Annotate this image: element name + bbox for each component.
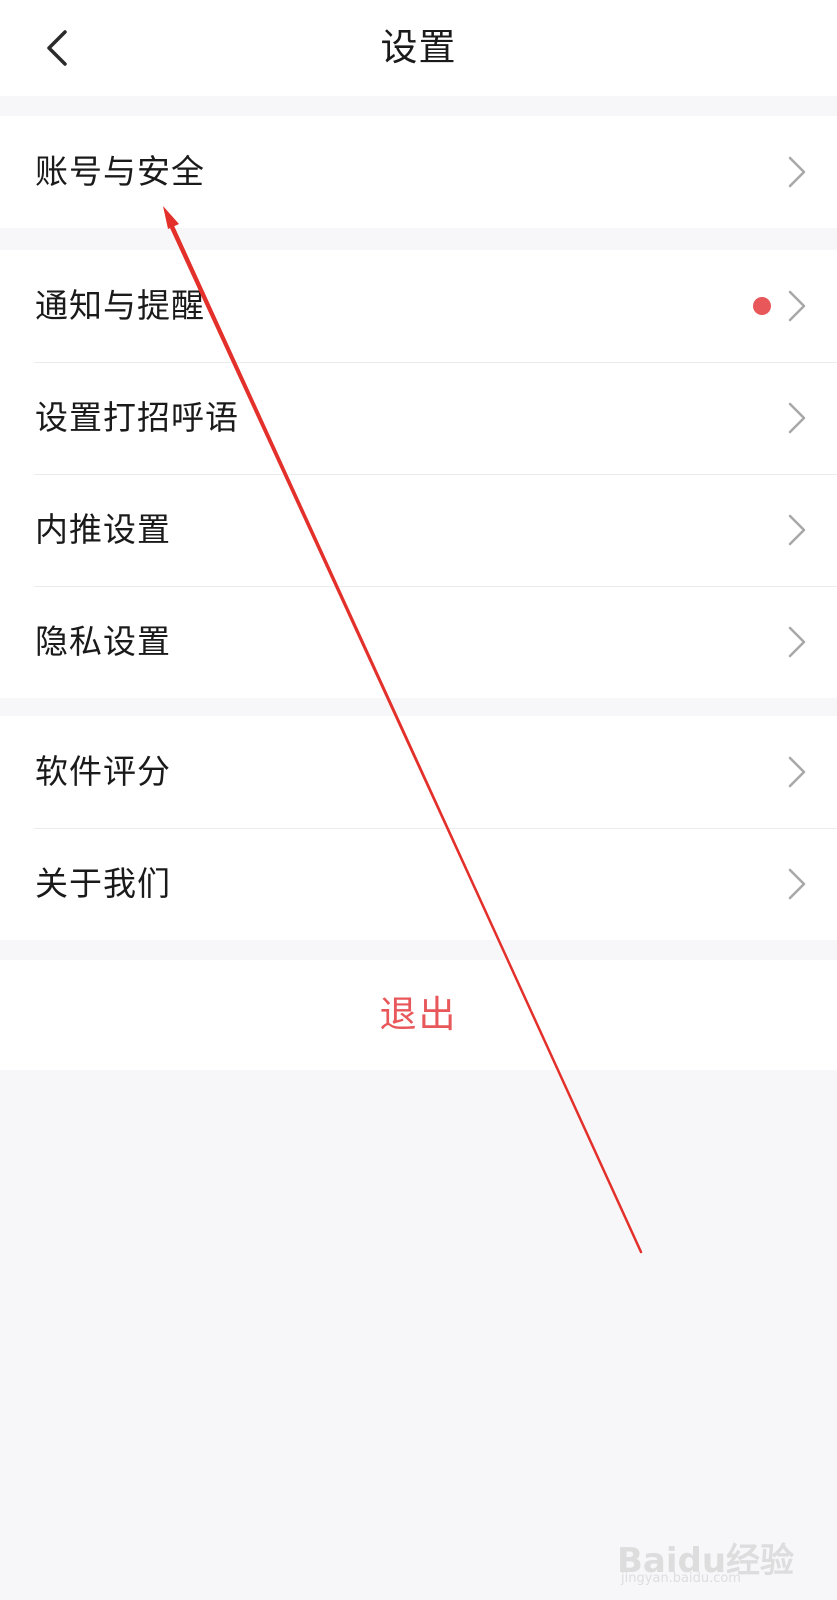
chevron-right-icon xyxy=(788,514,806,546)
settings-item-referral[interactable]: 内推设置 xyxy=(0,474,837,586)
chevron-right-icon xyxy=(788,626,806,658)
settings-item-label: 账号与安全 xyxy=(35,152,205,191)
settings-item-privacy[interactable]: 隐私设置 xyxy=(0,586,837,698)
chevron-right-icon xyxy=(788,402,806,434)
settings-item-account-security[interactable]: 账号与安全 xyxy=(0,116,837,228)
settings-item-rate-app[interactable]: 软件评分 xyxy=(0,716,837,828)
chevron-right-icon xyxy=(788,868,806,900)
chevron-right-icon xyxy=(788,290,806,322)
watermark-url: jingyan.baidu.com xyxy=(621,1571,741,1586)
settings-item-label: 关于我们 xyxy=(35,864,171,903)
settings-group-preferences: 通知与提醒 设置打招呼语 内推设置 隐私设置 xyxy=(0,250,837,698)
settings-item-label: 隐私设置 xyxy=(35,622,171,661)
logout-label: 退出 xyxy=(379,993,458,1036)
settings-item-label: 软件评分 xyxy=(35,752,171,791)
settings-item-label: 通知与提醒 xyxy=(35,286,205,325)
top-bar: 设置 xyxy=(0,0,837,96)
settings-item-greeting[interactable]: 设置打招呼语 xyxy=(0,362,837,474)
unread-dot xyxy=(753,297,771,315)
settings-item-notifications[interactable]: 通知与提醒 xyxy=(0,250,837,362)
settings-item-label: 设置打招呼语 xyxy=(35,398,239,437)
chevron-right-icon xyxy=(788,756,806,788)
settings-item-label: 内推设置 xyxy=(35,510,171,549)
logout-button[interactable]: 退出 xyxy=(0,960,837,1070)
settings-group-about: 软件评分 关于我们 xyxy=(0,716,837,940)
baidu-watermark: Baidu经验 jingyan.baidu.com xyxy=(617,1533,794,1593)
settings-group-account: 账号与安全 xyxy=(0,116,837,228)
settings-item-about-us[interactable]: 关于我们 xyxy=(0,828,837,940)
chevron-right-icon xyxy=(788,156,806,188)
page-title: 设置 xyxy=(380,26,457,69)
